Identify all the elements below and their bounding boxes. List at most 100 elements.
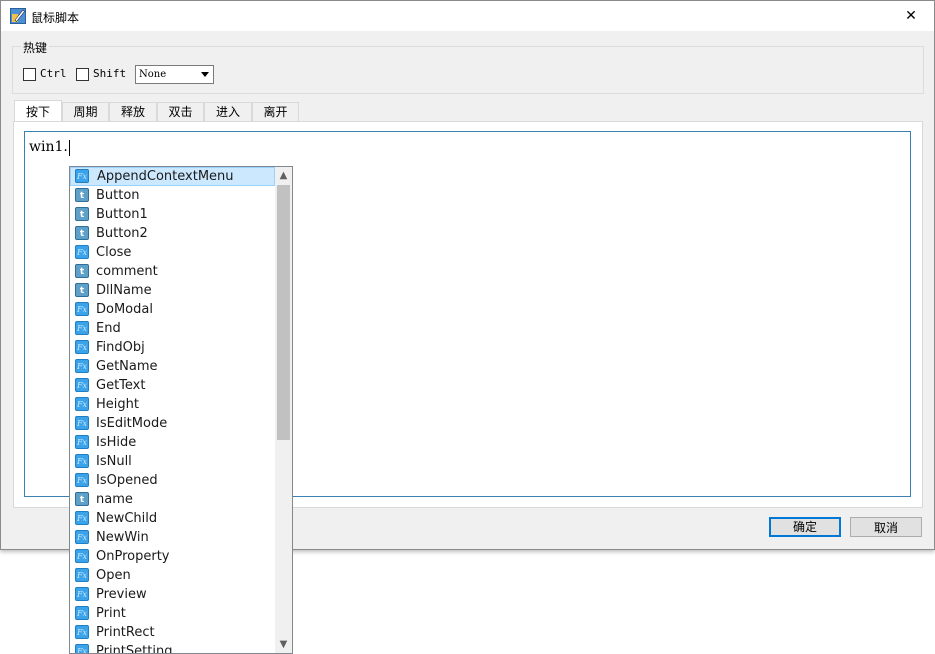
autocomplete-item[interactable]: Fx NewChild [70, 509, 275, 528]
scroll-up-icon[interactable]: ▲ [275, 167, 292, 184]
tab-leave[interactable]: 离开 [252, 102, 299, 121]
autocomplete-item-label: PrintRect [96, 625, 155, 640]
autocomplete-item[interactable]: Fx IsOpened [70, 471, 275, 490]
autocomplete-item-label: GetName [96, 359, 158, 374]
autocomplete-item[interactable]: Fx Print [70, 604, 275, 623]
tab-enter[interactable]: 进入 [204, 102, 252, 121]
close-button[interactable]: ✕ [888, 1, 934, 31]
function-icon: Fx [75, 378, 89, 392]
property-icon: t [75, 188, 89, 202]
autocomplete-item-label: IsOpened [96, 473, 158, 488]
tab-press[interactable]: 按下 [14, 100, 62, 122]
window-title: 鼠标脚本 [31, 11, 80, 25]
autocomplete-item[interactable]: Fx DoModal [70, 300, 275, 319]
autocomplete-item[interactable]: Fx GetName [70, 357, 275, 376]
function-icon: Fx [75, 302, 89, 316]
autocomplete-item[interactable]: t name [70, 490, 275, 509]
property-icon: t [75, 207, 89, 221]
ctrl-checkbox[interactable] [23, 68, 36, 81]
function-icon: Fx [75, 511, 89, 525]
autocomplete-item[interactable]: t DllName [70, 281, 275, 300]
property-icon: t [75, 264, 89, 278]
ctrl-label: Ctrl [40, 67, 67, 80]
function-icon: Fx [75, 245, 89, 259]
autocomplete-item-label: PrintSetting [96, 644, 173, 654]
autocomplete-item[interactable]: t Button1 [70, 205, 275, 224]
shift-label: Shift [93, 67, 127, 80]
autocomplete-item-label: DllName [96, 283, 152, 298]
autocomplete-popup: Fx AppendContextMenu t Button t Button1 t Butto… [69, 166, 293, 654]
autocomplete-item-label: DoModal [96, 302, 153, 317]
autocomplete-item[interactable]: Fx FindObj [70, 338, 275, 357]
tab-release[interactable]: 释放 [109, 102, 157, 121]
autocomplete-item-label: Height [96, 397, 139, 412]
scrollbar[interactable]: ▲ ▼ [275, 167, 292, 653]
autocomplete-item-label: IsEditMode [96, 416, 168, 431]
autocomplete-item-label: NewChild [96, 511, 158, 526]
function-icon: Fx [75, 359, 89, 373]
cancel-button[interactable]: 取消 [850, 517, 922, 537]
autocomplete-item[interactable]: Fx OnProperty [70, 547, 275, 566]
function-icon: Fx [75, 606, 89, 620]
autocomplete-item-label: GetText [96, 378, 146, 393]
autocomplete-item[interactable]: Fx Height [70, 395, 275, 414]
autocomplete-item-label: IsNull [96, 454, 132, 469]
autocomplete-item[interactable]: t comment [70, 262, 275, 281]
autocomplete-item-label: End [96, 321, 121, 336]
autocomplete-item-label: FindObj [96, 340, 145, 355]
editor-text: win1. [29, 139, 68, 155]
function-icon: Fx [75, 473, 89, 487]
autocomplete-item-label: name [96, 492, 133, 507]
autocomplete-item[interactable]: Fx Open [70, 566, 275, 585]
autocomplete-item[interactable]: Fx Close [70, 243, 275, 262]
autocomplete-item-label: comment [96, 264, 158, 279]
autocomplete-item[interactable]: t Button [70, 186, 275, 205]
close-icon: ✕ [905, 8, 917, 24]
scrollbar-thumb[interactable] [277, 185, 290, 440]
autocomplete-item[interactable]: Fx AppendContextMenu [70, 167, 275, 186]
autocomplete-item[interactable]: Fx End [70, 319, 275, 338]
autocomplete-item-label: OnProperty [96, 549, 170, 564]
function-icon: Fx [75, 625, 89, 639]
autocomplete-item-label: AppendContextMenu [97, 169, 234, 184]
function-icon: Fx [75, 568, 89, 582]
function-icon: Fx [75, 435, 89, 449]
hotkey-select[interactable]: None [135, 65, 214, 84]
shift-checkbox[interactable] [76, 68, 89, 81]
tab-cycle[interactable]: 周期 [62, 102, 109, 121]
autocomplete-item-label: Print [96, 606, 126, 621]
text-caret [69, 140, 70, 156]
autocomplete-item[interactable]: Fx IsNull [70, 452, 275, 471]
autocomplete-item[interactable]: Fx PrintSetting [70, 642, 275, 654]
autocomplete-item-label: Preview [96, 587, 147, 602]
autocomplete-item[interactable]: Fx PrintRect [70, 623, 275, 642]
title-bar[interactable]: 鼠标脚本 ✕ [1, 1, 934, 31]
autocomplete-item-label: Close [96, 245, 132, 260]
autocomplete-item[interactable]: Fx Preview [70, 585, 275, 604]
tab-double-click[interactable]: 双击 [157, 102, 204, 121]
autocomplete-item[interactable]: Fx NewWin [70, 528, 275, 547]
autocomplete-item-label: Button [96, 188, 140, 203]
autocomplete-item[interactable]: t Button2 [70, 224, 275, 243]
function-icon: Fx [75, 454, 89, 468]
function-icon: Fx [75, 169, 89, 183]
autocomplete-item[interactable]: Fx GetText [70, 376, 275, 395]
property-icon: t [75, 283, 89, 297]
autocomplete-item-label: Button2 [96, 226, 148, 241]
function-icon: Fx [75, 587, 89, 601]
autocomplete-item[interactable]: Fx IsHide [70, 433, 275, 452]
function-icon: Fx [75, 321, 89, 335]
function-icon: Fx [75, 416, 89, 430]
autocomplete-item[interactable]: Fx IsEditMode [70, 414, 275, 433]
hotkey-select-value: None [139, 69, 167, 80]
autocomplete-item-label: IsHide [96, 435, 137, 450]
ok-button[interactable]: 确定 [769, 517, 841, 537]
dropdown-arrow-icon [201, 72, 209, 77]
autocomplete-item-label: NewWin [96, 530, 149, 545]
function-icon: Fx [75, 549, 89, 563]
function-icon: Fx [75, 530, 89, 544]
autocomplete-list: Fx AppendContextMenu t Button t Button1 t Butto… [70, 167, 275, 654]
scroll-down-icon[interactable]: ▼ [275, 636, 292, 653]
function-icon: Fx [75, 644, 89, 653]
property-icon: t [75, 226, 89, 240]
